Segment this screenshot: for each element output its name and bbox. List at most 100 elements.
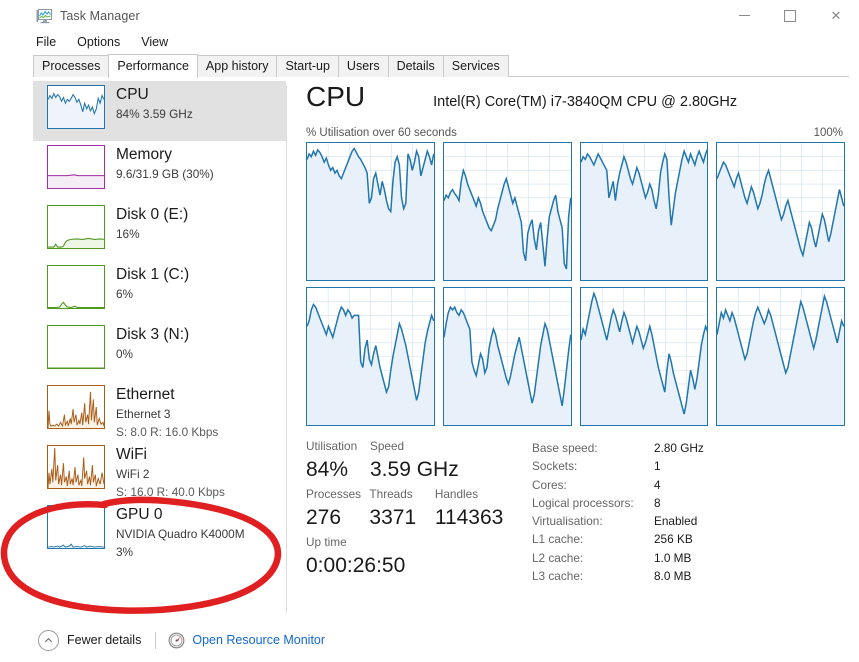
- info-logical-processors-value: 8: [654, 495, 661, 510]
- sidebar-gpu-0-sub1: NVIDIA Quadro K4000M: [116, 526, 245, 541]
- stat-handles-label: Handles: [434, 487, 479, 501]
- stat-row-uptime-label: Up time: [306, 534, 524, 551]
- sidebar-memory-text: Memory 9.6/31.9 GB (30%): [116, 145, 214, 183]
- cpu-detail-panel: CPU Intel(R) Core(TM) i7-3840QM CPU @ 2.…: [286, 81, 859, 610]
- sidebar-cpu-title: CPU: [116, 86, 149, 103]
- info-l1-cache-key: L1 cache:: [532, 532, 584, 547]
- wifi-thumbnail-graph: [47, 445, 105, 489]
- graph-cpu-2[interactable]: [579, 142, 709, 281]
- info-virtualisation: Virtualisation: Enabled: [532, 512, 704, 530]
- cpu-thumbnail-graph: [47, 85, 105, 129]
- info-virtualisation-key: Virtualisation:: [532, 514, 603, 529]
- performance-content: CPU 84% 3.59 GHz Memory 9.6/31.9 GB (30%…: [0, 81, 859, 610]
- menu-file[interactable]: File: [36, 35, 56, 49]
- info-cores: Cores: 4: [532, 476, 704, 494]
- sidebar-item-disk-1[interactable]: Disk 1 (C:) 6%: [33, 261, 286, 321]
- info-sockets: Sockets: 1: [532, 457, 704, 475]
- stat-handles-value: 114363: [434, 506, 504, 529]
- tab-processes[interactable]: Processes: [33, 55, 110, 77]
- stat-speed-value: 3.59 GHz: [370, 458, 459, 481]
- fewer-details-button[interactable]: Fewer details: [38, 629, 142, 651]
- sidebar-item-disk-0[interactable]: Disk 0 (E:) 16%: [33, 201, 286, 261]
- panel-header: CPU Intel(R) Core(TM) i7-3840QM CPU @ 2.…: [306, 81, 845, 123]
- graph-cpu-6[interactable]: [579, 287, 709, 426]
- info-l2-cache: L2 cache: 1.0 MB: [532, 549, 704, 567]
- stat-uptime-label: Up time: [306, 535, 347, 549]
- menu-view[interactable]: View: [141, 35, 168, 49]
- tab-services[interactable]: Services: [442, 55, 509, 77]
- resource-monitor-icon: [168, 632, 185, 649]
- task-manager-icon: [36, 8, 53, 24]
- graph-cpu-7[interactable]: [716, 287, 845, 426]
- sidebar-item-ethernet[interactable]: Ethernet Ethernet 3 S: 8.0 R: 16.0 Kbps: [33, 381, 286, 441]
- tab-start-up[interactable]: Start-up: [276, 55, 339, 77]
- page-title: CPU: [306, 81, 366, 112]
- fewer-details-label: Fewer details: [67, 633, 142, 647]
- info-cores-key: Cores:: [532, 477, 567, 492]
- chevron-up-icon: [38, 629, 59, 651]
- graph-cpu-5[interactable]: [442, 287, 572, 426]
- stat-processes-value: 276: [306, 506, 342, 529]
- sidebar-wifi-sub2: S: 16.0 R: 40.0 Kbps: [116, 485, 225, 500]
- open-resource-monitor-link[interactable]: Open Resource Monitor: [168, 632, 325, 649]
- sidebar-cpu-sub: 84% 3.59 GHz: [116, 106, 193, 121]
- sidebar-ethernet-text: Ethernet Ethernet 3 S: 8.0 R: 16.0 Kbps: [116, 385, 218, 442]
- info-cores-value: 4: [654, 477, 661, 492]
- info-l2-cache-key: L2 cache:: [532, 550, 584, 565]
- memory-thumbnail-graph: [47, 145, 105, 189]
- sidebar-gpu-0-sub2: 3%: [116, 545, 134, 560]
- info-l3-cache-value: 8.0 MB: [654, 569, 692, 584]
- stat-threads-value: 3371: [369, 506, 417, 529]
- sidebar-gpu-0-text: GPU 0 NVIDIA Quadro K4000M 3%: [116, 505, 245, 562]
- graph-cpu-1[interactable]: [442, 142, 572, 281]
- sidebar-memory-sub: 9.6/31.9 GB (30%): [116, 166, 214, 181]
- stat-speed: Speed: [370, 438, 480, 455]
- stat-processes-label: Processes: [306, 487, 362, 501]
- close-button[interactable]: ✕: [813, 0, 859, 31]
- info-base-speed-value: 2.80 GHz: [654, 441, 704, 455]
- stat-speed-label: Speed: [370, 439, 405, 453]
- sidebar-disk-3-title: Disk 3 (N:): [116, 326, 190, 343]
- sidebar-disk-1-text: Disk 1 (C:) 6%: [116, 265, 189, 303]
- ethernet-thumbnail-graph: [47, 385, 105, 429]
- disk-3-thumbnail-graph: [47, 325, 105, 369]
- info-l1-cache-value: 256 KB: [654, 532, 693, 547]
- sidebar-ethernet-title: Ethernet: [116, 386, 175, 403]
- graph-cpu-0[interactable]: [306, 142, 435, 281]
- tab-users[interactable]: Users: [337, 55, 389, 77]
- sidebar-disk-1-sub: 6%: [116, 286, 134, 301]
- graph-cpu-3[interactable]: [716, 142, 845, 281]
- stat-row-pth-labels: Processes Threads Handles: [306, 486, 524, 503]
- sidebar-cpu-text: CPU 84% 3.59 GHz: [116, 85, 193, 123]
- stat-threads-label: Threads: [369, 487, 413, 501]
- stat-row-utilisation-speed-values: 84% 3.59 GHz: [306, 456, 524, 484]
- open-resource-monitor-label: Open Resource Monitor: [192, 633, 326, 647]
- maximize-button[interactable]: [767, 0, 813, 31]
- tab-app-history[interactable]: App history: [196, 55, 278, 77]
- sidebar-ethernet-sub2: S: 8.0 R: 16.0 Kbps: [116, 425, 219, 440]
- tab-details[interactable]: Details: [387, 55, 444, 77]
- tab-bar: Processes Performance App history Start-…: [0, 53, 859, 78]
- sidebar-item-memory[interactable]: Memory 9.6/31.9 GB (30%): [33, 141, 286, 201]
- stat-row-pth-values: 276 3371 114363: [306, 504, 524, 532]
- stat-uptime-value: 0:00:26:50: [306, 554, 406, 577]
- tab-performance[interactable]: Performance: [108, 54, 198, 78]
- sidebar-item-wifi[interactable]: WiFi WiFi 2 S: 16.0 R: 40.0 Kbps: [33, 441, 286, 501]
- graph-caption: % Utilisation over 60 seconds 100%: [306, 127, 845, 139]
- minimize-button[interactable]: [721, 0, 767, 31]
- menu-options[interactable]: Options: [77, 35, 120, 49]
- cpu-primary-stats: Utilisation Speed 84% 3.59 GHz Processes…: [306, 438, 524, 585]
- cpu-spec-list: Base speed: 2.80 GHz Sockets: 1 Cores: 4…: [532, 438, 704, 585]
- info-logical-processors: Logical processors: 8: [532, 494, 704, 512]
- window-controls: ✕: [721, 0, 859, 31]
- sidebar-item-cpu[interactable]: CPU 84% 3.59 GHz: [33, 81, 286, 141]
- footer-bar: Fewer details Open Resource Monitor: [0, 618, 859, 662]
- sidebar-item-gpu-0[interactable]: GPU 0 NVIDIA Quadro K4000M 3%: [33, 501, 286, 561]
- logical-processor-graphs: [306, 142, 845, 426]
- info-l3-cache: L3 cache: 8.0 MB: [532, 567, 704, 585]
- info-l2-cache-value: 1.0 MB: [654, 550, 692, 565]
- sidebar-item-disk-3[interactable]: Disk 3 (N:) 0%: [33, 321, 286, 381]
- graph-cpu-4[interactable]: [306, 287, 435, 426]
- sidebar-ethernet-sub1: Ethernet 3: [116, 406, 171, 421]
- title-bar: Task Manager ✕: [0, 0, 859, 31]
